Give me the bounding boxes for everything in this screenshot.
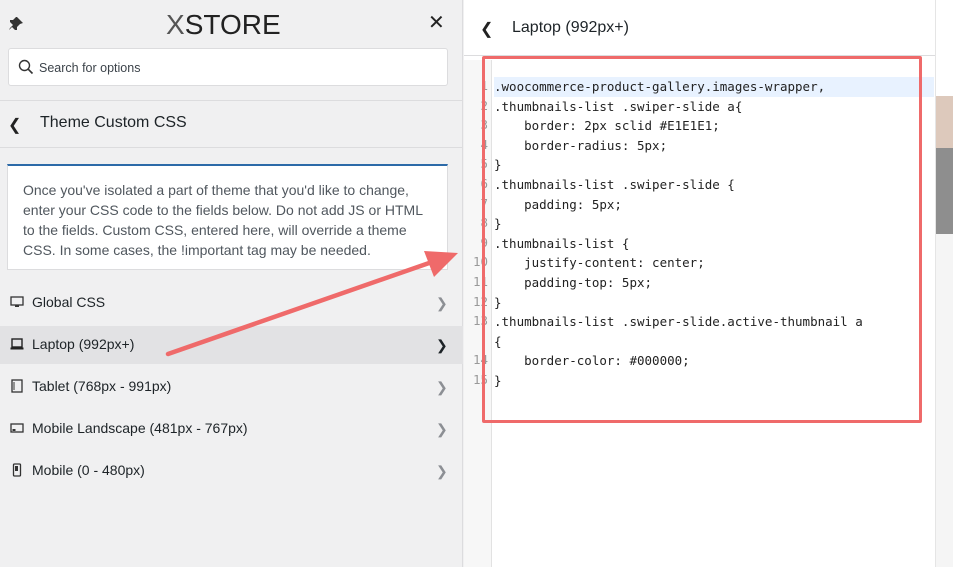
code-line: {	[494, 333, 502, 349]
code-line: .thumbnails-list .swiper-slide a{	[494, 98, 743, 114]
chevron-right-icon: ❯	[436, 337, 448, 353]
line-number: 13	[472, 313, 488, 329]
search-box	[8, 48, 448, 87]
line-number: 14	[472, 352, 488, 368]
laptop-icon	[10, 338, 24, 350]
code-line: }	[494, 157, 502, 173]
section-header: ❮ Theme Custom CSS	[0, 100, 463, 148]
customizer-sidebar: XSTORE ✕ ❮ Theme Custom CSS Once you've …	[0, 0, 463, 567]
back-chevron-icon[interactable]: ❮	[480, 19, 493, 39]
code-line: border-radius: 5px;	[494, 137, 668, 153]
code-line: }	[494, 372, 502, 388]
code-line: padding-top: 5px;	[494, 274, 653, 290]
chevron-right-icon: ❯	[436, 379, 448, 395]
line-number: 9	[480, 234, 488, 250]
search-icon	[18, 59, 34, 75]
scrollbar-segment	[936, 96, 953, 148]
back-chevron-icon[interactable]: ❮	[8, 115, 21, 135]
menu-item-label: Mobile Landscape (481px - 767px)	[32, 420, 248, 436]
mobile-landscape-icon	[10, 423, 24, 433]
line-number: 2	[480, 97, 488, 113]
menu-item-mobile[interactable]: Mobile (0 - 480px) ❯	[0, 452, 463, 490]
chevron-right-icon: ❯	[436, 463, 448, 479]
pin-icon[interactable]	[8, 16, 24, 32]
xstore-logo: XSTORE	[166, 9, 281, 40]
code-content[interactable]: .woocommerce-product-gallery.images-wrap…	[494, 77, 934, 391]
line-number: 6	[480, 176, 488, 191]
line-number: 1	[480, 78, 488, 93]
mobile-icon	[12, 463, 22, 477]
menu-item-label: Tablet (768px - 991px)	[32, 378, 172, 394]
tablet-icon	[11, 379, 23, 393]
menu-item-label: Mobile (0 - 480px)	[32, 462, 145, 478]
section-title: Theme Custom CSS	[40, 114, 187, 131]
line-number: 5	[480, 156, 488, 172]
menu-item-tablet[interactable]: Tablet (768px - 991px) ❯	[0, 368, 463, 406]
page-scrollbar[interactable]	[936, 96, 953, 567]
panel-header: ❮ Laptop (992px+)	[464, 0, 935, 56]
search-input[interactable]	[37, 49, 441, 87]
line-number: 12	[472, 293, 488, 309]
line-number: 11	[472, 274, 488, 289]
code-line: }	[494, 216, 502, 232]
line-number: 3	[480, 117, 488, 133]
scrollbar-thumb[interactable]	[936, 148, 953, 234]
code-line: padding: 5px;	[494, 196, 622, 212]
menu-item-label: Global CSS	[32, 294, 106, 310]
device-menu: Global CSS ❯ Laptop (992px+) ❯ Tablet (7…	[0, 284, 463, 494]
line-number: 7	[480, 195, 488, 211]
panel-title: Laptop (992px+)	[512, 19, 629, 36]
menu-item-mobile-landscape[interactable]: Mobile Landscape (481px - 767px) ❯	[0, 410, 463, 448]
code-editor[interactable]: 1 2 3 4 5 6 7 8 9 10 11 12 13 14 15 .woo…	[464, 60, 935, 567]
chevron-right-icon: ❯	[436, 295, 448, 311]
desktop-icon	[10, 296, 24, 307]
menu-item-global-css[interactable]: Global CSS ❯	[0, 284, 463, 322]
code-line: .thumbnails-list {	[494, 235, 630, 251]
code-line: border: 2px sclid #E1E1E1;	[494, 118, 720, 134]
menu-item-laptop[interactable]: Laptop (992px+) ❯	[0, 326, 463, 364]
line-number: 10	[472, 254, 488, 270]
code-line: border-color: #000000;	[494, 353, 690, 369]
line-number: 15	[472, 372, 488, 387]
line-number: 4	[480, 136, 488, 152]
css-editor-panel: ❮ Laptop (992px+) 1 2 3 4 5 6 7 8 9 10 1…	[464, 0, 953, 567]
line-number-gutter: 1 2 3 4 5 6 7 8 9 10 11 12 13 14 15	[464, 60, 492, 567]
code-line: }	[494, 294, 502, 310]
section-description: Once you've isolated a part of theme tha…	[7, 164, 448, 270]
code-line: .thumbnails-list .swiper-slide {	[494, 176, 735, 192]
chevron-right-icon: ❯	[436, 421, 448, 437]
menu-item-label: Laptop (992px+)	[32, 336, 135, 352]
code-line: .woocommerce-product-gallery.images-wrap…	[494, 77, 934, 97]
line-number: 8	[480, 215, 488, 231]
code-line: .thumbnails-list .swiper-slide.active-th…	[494, 314, 863, 330]
close-icon[interactable]: ✕	[428, 13, 445, 33]
sidebar-topbar: XSTORE ✕	[0, 0, 463, 44]
code-line: justify-content: center;	[494, 255, 705, 271]
